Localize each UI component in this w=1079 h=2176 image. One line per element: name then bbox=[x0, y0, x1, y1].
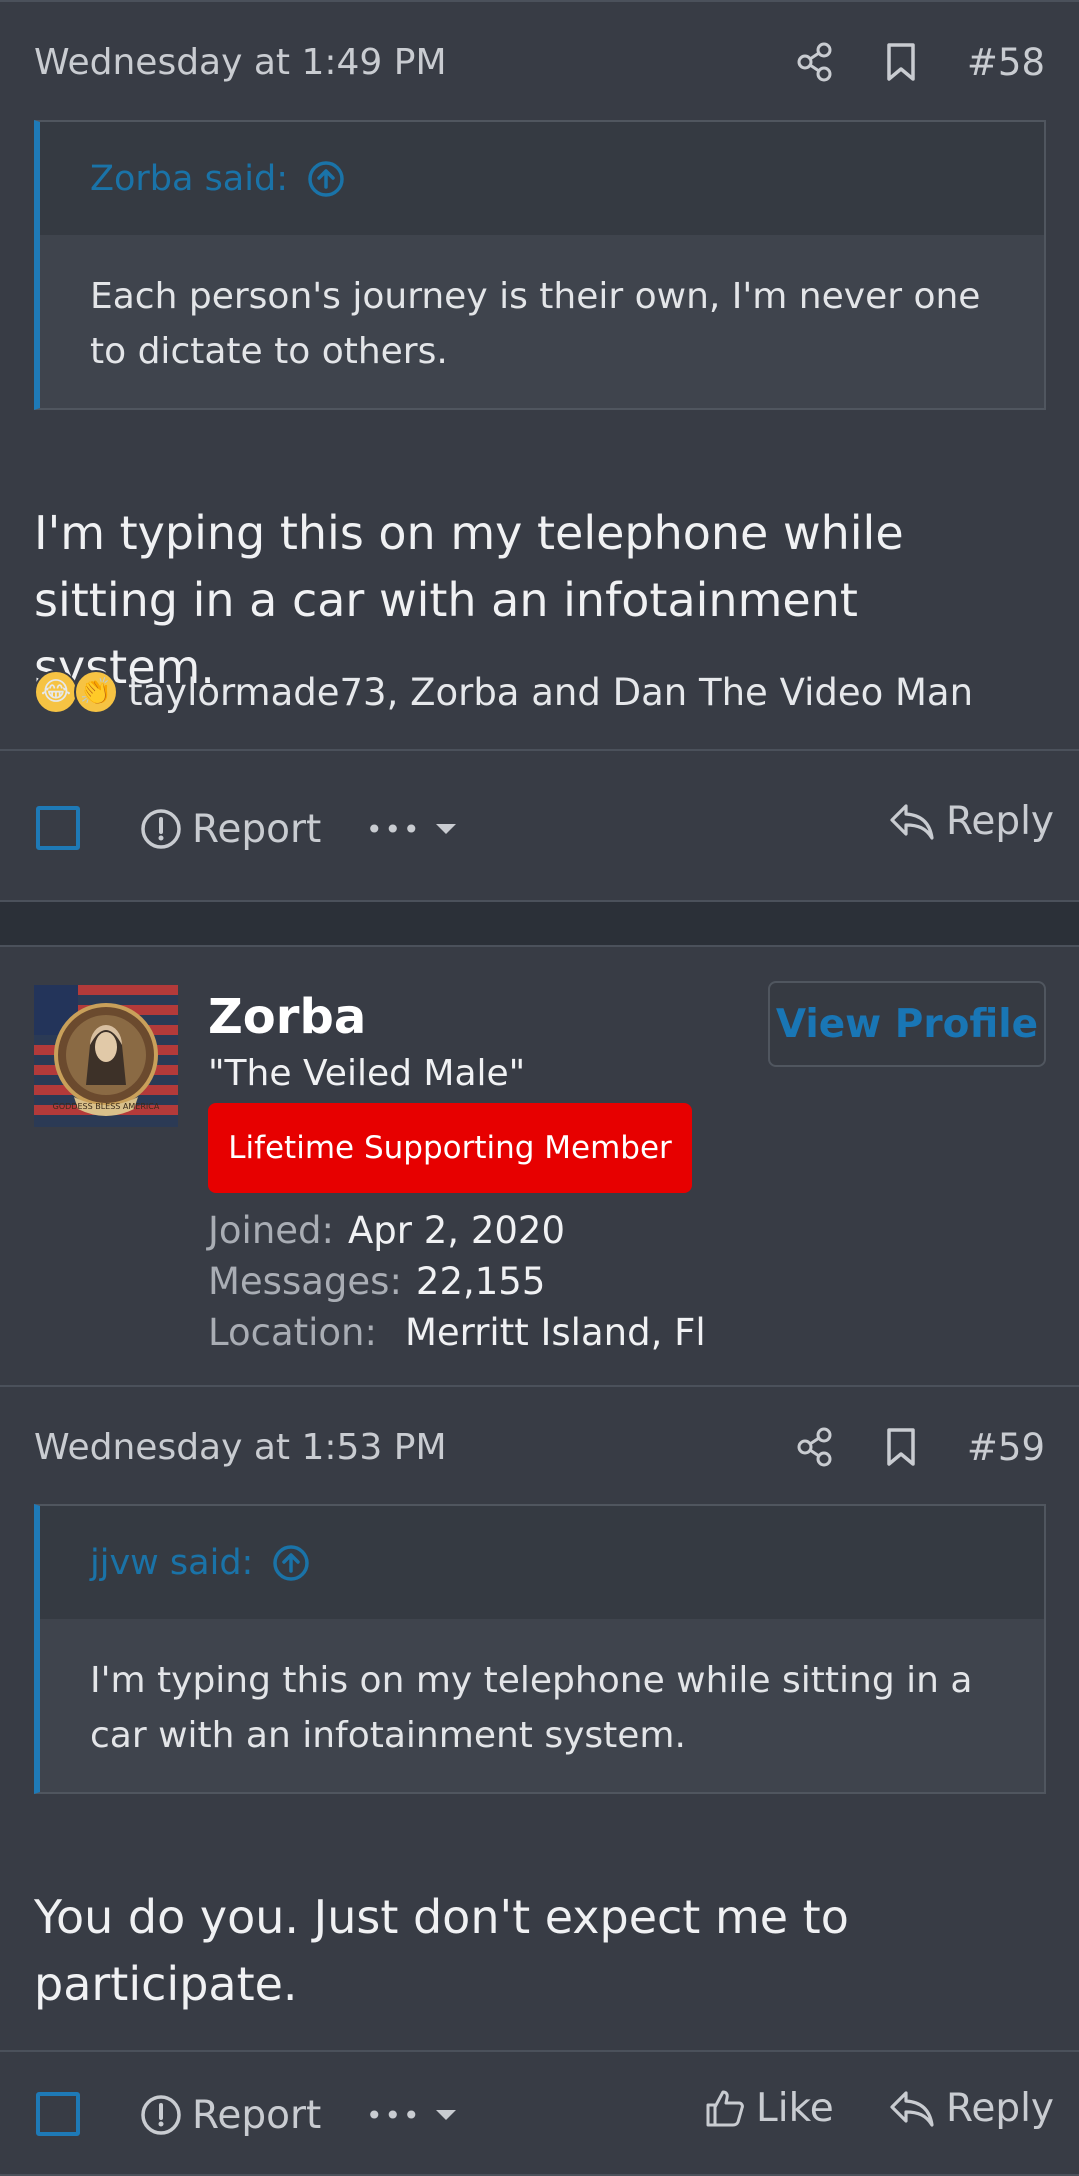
user-title: "The Veiled Male" bbox=[208, 1053, 526, 1094]
reaction-emoji-list: 😂 👏 bbox=[34, 670, 118, 714]
post-date[interactable]: Wednesday at 1:53 PM bbox=[34, 1427, 795, 1468]
avatar[interactable]: GODDESS BLESS AMERICA bbox=[34, 985, 178, 1127]
post-date[interactable]: Wednesday at 1:49 PM bbox=[34, 42, 795, 83]
quote-author[interactable]: Zorba said: bbox=[90, 159, 288, 199]
view-profile-button[interactable]: View Profile bbox=[768, 981, 1046, 1067]
reply-label: Reply bbox=[946, 2085, 1055, 2131]
reactions-bar[interactable]: 😂 👏 taylormade73, Zorba and Dan The Vide… bbox=[34, 662, 973, 722]
post-actions: Report ••• Reply bbox=[0, 749, 1079, 899]
caret-down-icon bbox=[435, 2110, 456, 2120]
reaction-users[interactable]: taylormade73, Zorba and Dan The Video Ma… bbox=[128, 671, 973, 714]
quote-author[interactable]: jjvw said: bbox=[90, 1543, 253, 1583]
quote-header[interactable]: Zorba said: bbox=[40, 122, 1044, 235]
post-body: You do you. Just don't expect me to part… bbox=[34, 1890, 849, 2011]
report-icon bbox=[141, 809, 181, 849]
quote-text: I'm typing this on my telephone while si… bbox=[90, 1660, 973, 1756]
post-meta: Wednesday at 1:53 PM #59 bbox=[34, 1417, 1045, 1477]
select-checkbox[interactable] bbox=[36, 2092, 80, 2136]
like-button[interactable]: Like bbox=[704, 2078, 834, 2138]
quote-text: Each person's journey is their own, I'm … bbox=[90, 276, 981, 372]
share-icon[interactable] bbox=[795, 42, 835, 82]
post-number[interactable]: #59 bbox=[967, 1426, 1045, 1469]
quote-block: Zorba said: Each person's journey is the… bbox=[34, 120, 1046, 410]
reply-button[interactable]: Reply bbox=[888, 791, 1054, 851]
report-button[interactable]: Report bbox=[140, 2085, 321, 2145]
like-label: Like bbox=[756, 2085, 834, 2131]
report-icon bbox=[141, 2095, 181, 2135]
post-58: Wednesday at 1:49 PM #58 Zorba said: Eac… bbox=[0, 0, 1079, 902]
stat-messages: Messages: 22,155 bbox=[208, 1260, 546, 1303]
thumbs-up-icon bbox=[706, 2090, 744, 2127]
user-banner: Lifetime Supporting Member bbox=[208, 1103, 692, 1193]
more-dots: ••• bbox=[366, 2098, 422, 2132]
report-label: Report bbox=[192, 806, 322, 852]
jump-to-quote-icon[interactable] bbox=[271, 1543, 311, 1583]
reply-icon bbox=[890, 804, 934, 840]
stat-location: Location: Merritt Island, Fl bbox=[208, 1311, 706, 1354]
select-checkbox[interactable] bbox=[36, 806, 80, 850]
post-meta: Wednesday at 1:49 PM #58 bbox=[34, 32, 1045, 92]
username[interactable]: Zorba bbox=[208, 989, 366, 1045]
reply-label: Reply bbox=[946, 798, 1055, 844]
share-icon[interactable] bbox=[795, 1427, 835, 1467]
jump-to-quote-icon[interactable] bbox=[306, 159, 346, 199]
quote-block: jjvw said: I'm typing this on my telepho… bbox=[34, 1504, 1046, 1794]
reply-button[interactable]: Reply bbox=[888, 2078, 1054, 2138]
stat-joined: Joined: Apr 2, 2020 bbox=[208, 1209, 565, 1252]
bookmark-icon[interactable] bbox=[881, 1427, 921, 1467]
caret-down-icon bbox=[435, 824, 456, 834]
bookmark-icon[interactable] bbox=[881, 42, 921, 82]
quote-header[interactable]: jjvw said: bbox=[40, 1506, 1044, 1619]
user-info: GODDESS BLESS AMERICA Zorba "The Veiled … bbox=[0, 947, 1079, 1387]
more-dots: ••• bbox=[366, 812, 422, 846]
more-options-button[interactable]: ••• bbox=[366, 799, 468, 859]
user-stats: Joined: Apr 2, 2020 Messages: 22,155 Locat… bbox=[208, 1205, 706, 1358]
more-options-button[interactable]: ••• bbox=[366, 2085, 468, 2145]
laughing-crying-icon: 😂 bbox=[34, 670, 78, 714]
post-number[interactable]: #58 bbox=[967, 41, 1045, 84]
post-actions: Report ••• Like Reply bbox=[0, 2050, 1079, 2176]
reply-icon bbox=[890, 2091, 934, 2127]
clapping-icon: 👏 bbox=[74, 670, 118, 714]
avatar-caption: GODDESS BLESS AMERICA bbox=[53, 1102, 160, 1111]
post-59: GODDESS BLESS AMERICA Zorba "The Veiled … bbox=[0, 945, 1079, 2176]
report-label: Report bbox=[192, 2092, 322, 2138]
report-button[interactable]: Report bbox=[140, 799, 321, 859]
